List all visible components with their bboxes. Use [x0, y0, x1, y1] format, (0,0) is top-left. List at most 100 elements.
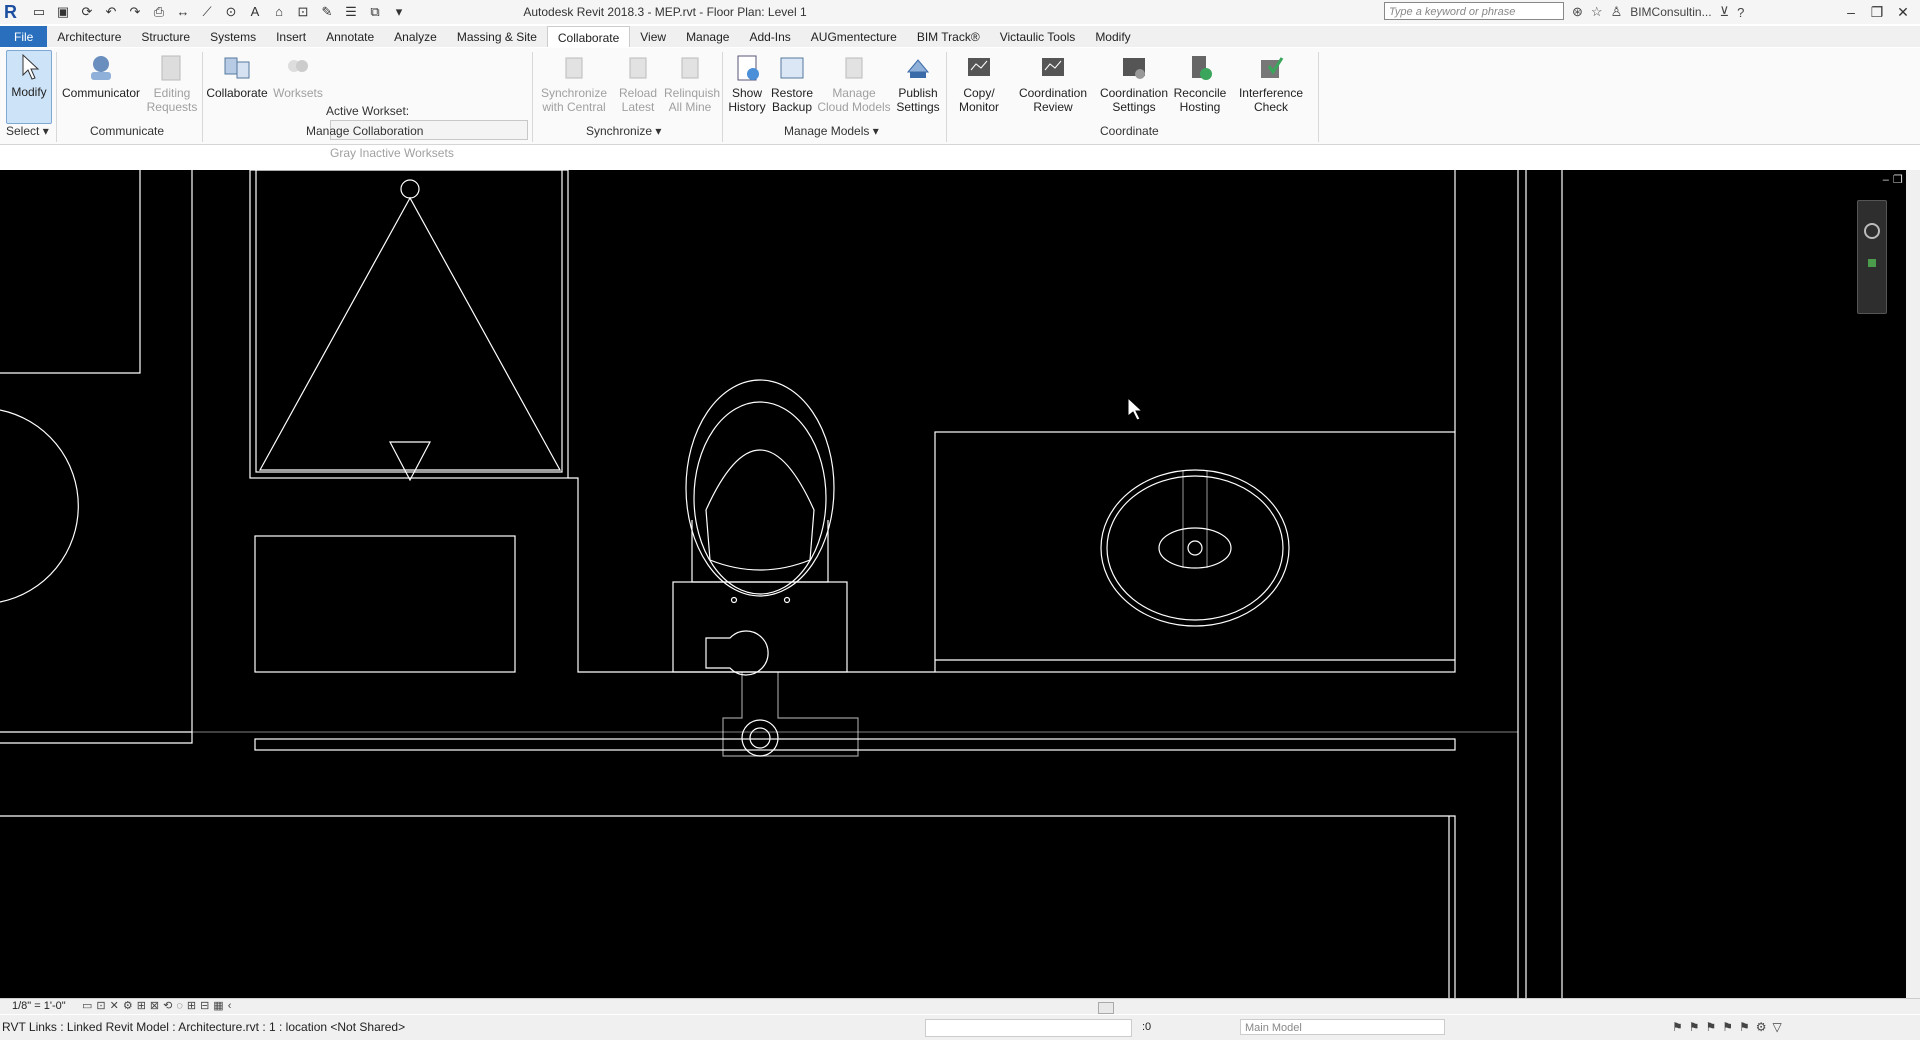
tank-bolt — [783, 596, 791, 604]
tab-file[interactable]: File — [0, 26, 48, 47]
divider — [722, 52, 723, 142]
tab-view[interactable]: View — [630, 26, 676, 47]
status-bar: RVT Links : Linked Revit Model : Archite… — [0, 1015, 1920, 1040]
coordination-settings-icon — [1123, 58, 1145, 79]
divider — [532, 52, 533, 142]
shower-head — [400, 179, 420, 199]
editing-requests-button[interactable]: Editing Requests — [146, 52, 198, 114]
select-dropdown[interactable]: Select ▾ — [6, 124, 49, 138]
backup-icon — [780, 57, 804, 79]
selection-count: :0 — [1142, 1021, 1152, 1033]
tab-architecture[interactable]: Architecture — [47, 26, 131, 47]
coordination-review-button[interactable]: Coordination Review — [1016, 52, 1090, 114]
tab-insert[interactable]: Insert — [266, 26, 316, 47]
relinquish-icon — [681, 57, 699, 79]
cloud-icon — [845, 57, 863, 79]
tab-manage[interactable]: Manage — [676, 26, 739, 47]
title-bar: R ▭ ▣ ⟳ ↶ ↷ ⎙ ↔ ⟋ ⊙ A ⌂ ⊡ ✎ ☰ ⧉ ▾ Autode… — [0, 0, 1920, 24]
divider — [946, 52, 947, 142]
counter-outline — [254, 535, 516, 673]
communicator-button[interactable]: Communicator — [62, 52, 140, 100]
reconcile-hosting-button[interactable]: Reconcile Hosting — [1170, 52, 1230, 114]
publish-icon — [906, 59, 930, 78]
binoculars-icon[interactable]: ⊛ — [1572, 4, 1583, 20]
collaborate-button[interactable]: Collaborate — [206, 52, 268, 100]
view-control-icons[interactable]: ▭⊡✕⚙⊞⊠⟲◌⊞⊟▦‹ — [82, 999, 235, 1014]
workset-status-dropdown[interactable] — [925, 1019, 1132, 1037]
synchronize-with-central-button[interactable]: Synchronize with Central — [538, 52, 610, 114]
tab-structure[interactable]: Structure — [131, 26, 200, 47]
restore-icon[interactable]: ❐ — [1864, 0, 1890, 24]
tab-modify[interactable]: Modify — [1085, 26, 1140, 47]
scroll-thumb[interactable] — [1098, 1002, 1114, 1014]
gray-inactive-worksets-button[interactable]: Gray Inactive Worksets — [330, 146, 454, 160]
tab-add-ins[interactable]: Add-Ins — [739, 26, 800, 47]
view-control-bar: 1/8" = 1'-0" ▭⊡✕⚙⊞⊠⟲◌⊞⊟▦‹ — [0, 998, 1920, 1014]
sink-drain — [1187, 540, 1203, 556]
design-option-dropdown[interactable]: Main Model — [1240, 1019, 1445, 1035]
sink-bowl — [1106, 475, 1284, 621]
minimize-icon[interactable]: – — [1838, 0, 1864, 24]
horizontal-scrollbar[interactable] — [318, 1002, 1898, 1014]
tab-collaborate[interactable]: Collaborate — [546, 26, 631, 47]
help-icon[interactable]: ? — [1737, 5, 1744, 20]
history-icon — [737, 55, 759, 81]
tab-analyze[interactable]: Analyze — [384, 26, 447, 47]
view-restore-icon[interactable]: ❐ — [1893, 174, 1903, 186]
wall-outline — [0, 815, 1456, 998]
user-name[interactable]: BIMConsultin... — [1630, 5, 1711, 19]
sink-bowl — [1100, 469, 1290, 627]
cart-icon[interactable]: ⊻ — [1720, 4, 1730, 20]
toilet-seat — [705, 449, 815, 571]
close-icon[interactable]: ✕ — [1890, 0, 1916, 24]
synchronize-icon — [565, 57, 583, 79]
manage-cloud-models-button[interactable]: Manage Cloud Models — [816, 52, 892, 114]
wall-outline — [0, 170, 193, 733]
tab-massing-site[interactable]: Massing & Site — [447, 26, 547, 47]
collaborate-icon — [224, 57, 250, 79]
manage-models-panel-label[interactable]: Manage Models ▾ — [784, 124, 879, 138]
copy-monitor-button[interactable]: Copy/ Monitor — [954, 52, 1004, 114]
publish-settings-button[interactable]: Publish Settings — [894, 52, 942, 114]
communicator-icon — [91, 56, 111, 80]
selection-filter-icons[interactable]: ⚑⚑⚑⚑⚑⚙▽ — [1672, 1015, 1788, 1040]
worksets-icon — [288, 60, 308, 72]
synchronize-panel-label[interactable]: Synchronize ▾ — [586, 124, 661, 138]
view-minimize-icon[interactable]: – — [1883, 174, 1889, 186]
tab-systems[interactable]: Systems — [200, 26, 266, 47]
interference-check-icon — [1261, 57, 1284, 78]
vanity-outline — [934, 431, 1456, 673]
reload-latest-button[interactable]: Reload Latest — [614, 52, 662, 114]
status-message: RVT Links : Linked Revit Model : Archite… — [2, 1020, 406, 1034]
shower-outline — [255, 170, 563, 473]
toilet-outline — [691, 520, 829, 583]
tab-augmentecture[interactable]: AUGmentecture — [801, 26, 907, 47]
toilet-bowl — [693, 401, 827, 595]
navigation-bar — [1857, 200, 1887, 314]
divider — [56, 52, 57, 142]
modify-button[interactable]: Modify — [6, 50, 52, 124]
worksets-button[interactable]: Worksets — [272, 52, 324, 100]
coordination-settings-button[interactable]: Coordination Settings — [1096, 52, 1172, 114]
star-icon[interactable]: ☆ — [1591, 4, 1603, 20]
infocenter: ⊛ ☆ ♙ BIMConsultin... ⊻ ? — [1572, 2, 1744, 22]
restore-backup-button[interactable]: Restore Backup — [770, 52, 814, 114]
view-scale[interactable]: 1/8" = 1'-0" — [12, 999, 66, 1014]
relinquish-all-mine-button[interactable]: Relinquish All Mine — [664, 52, 720, 114]
shower-outline — [249, 170, 569, 479]
drawing-area[interactable]: – ❐ ✕ — [0, 170, 1920, 998]
tab-annotate[interactable]: Annotate — [316, 26, 384, 47]
flush-valve — [705, 630, 769, 676]
editing-requests-icon — [161, 55, 181, 81]
user-icon[interactable]: ♙ — [1611, 4, 1623, 20]
search-input[interactable]: Type a keyword or phrase — [1384, 2, 1564, 20]
tab-victaulic-tools[interactable]: Victaulic Tools — [990, 26, 1086, 47]
divider — [202, 52, 203, 142]
wall-outline — [568, 477, 935, 673]
show-history-button[interactable]: Show History — [726, 52, 768, 114]
interference-check-button[interactable]: Interference Check — [1236, 52, 1306, 114]
steering-wheel-icon[interactable] — [1858, 201, 1886, 313]
vertical-scrollbar[interactable] — [1906, 170, 1920, 998]
tab-bim-track[interactable]: BIM Track® — [907, 26, 990, 47]
sink-basin — [1158, 527, 1232, 569]
